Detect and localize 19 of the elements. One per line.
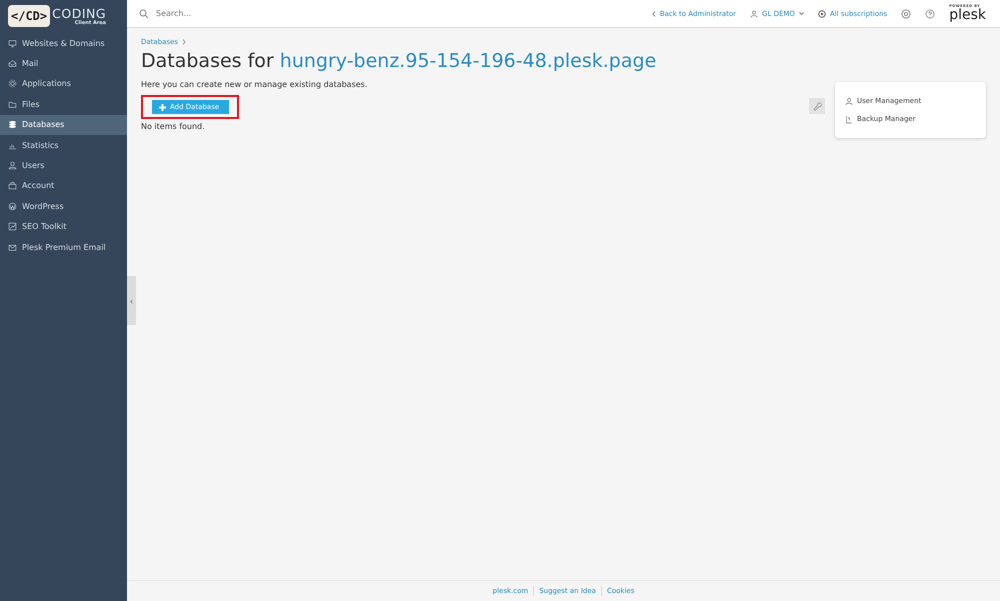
- sidebar-item[interactable]: SEO Toolkit: [0, 216, 127, 237]
- page-description: Here you can create new or manage existing databases.: [141, 80, 368, 89]
- sidebar-item[interactable]: Account: [0, 176, 127, 196]
- sidebar-item[interactable]: Plesk Premium Email: [0, 236, 127, 258]
- sidebar-item[interactable]: Applications: [0, 74, 127, 94]
- search-field[interactable]: Search...: [154, 8, 358, 19]
- page-title: Databases for hungry-benz.95-154-196-48.plesk.page: [141, 50, 658, 72]
- sidebar-item[interactable]: Files: [0, 94, 127, 115]
- logo-name: CODING: [52, 6, 106, 20]
- sidebar-item[interactable]: Users: [0, 155, 127, 176]
- sidebar-item[interactable]: Mail: [0, 53, 127, 74]
- sidebar-item[interactable]: Databases: [0, 114, 127, 135]
- logo-mark: </CD>: [8, 5, 50, 27]
- sidebar-item[interactable]: Statistics: [0, 134, 127, 156]
- collapse-handle[interactable]: ‹: [127, 276, 136, 325]
- empty-message: No items found.: [141, 122, 206, 131]
- sidebar-item[interactable]: Websites & Domains: [0, 33, 127, 54]
- brand-logo: plesk: [949, 8, 986, 22]
- sidebar-item[interactable]: WordPress: [0, 196, 127, 217]
